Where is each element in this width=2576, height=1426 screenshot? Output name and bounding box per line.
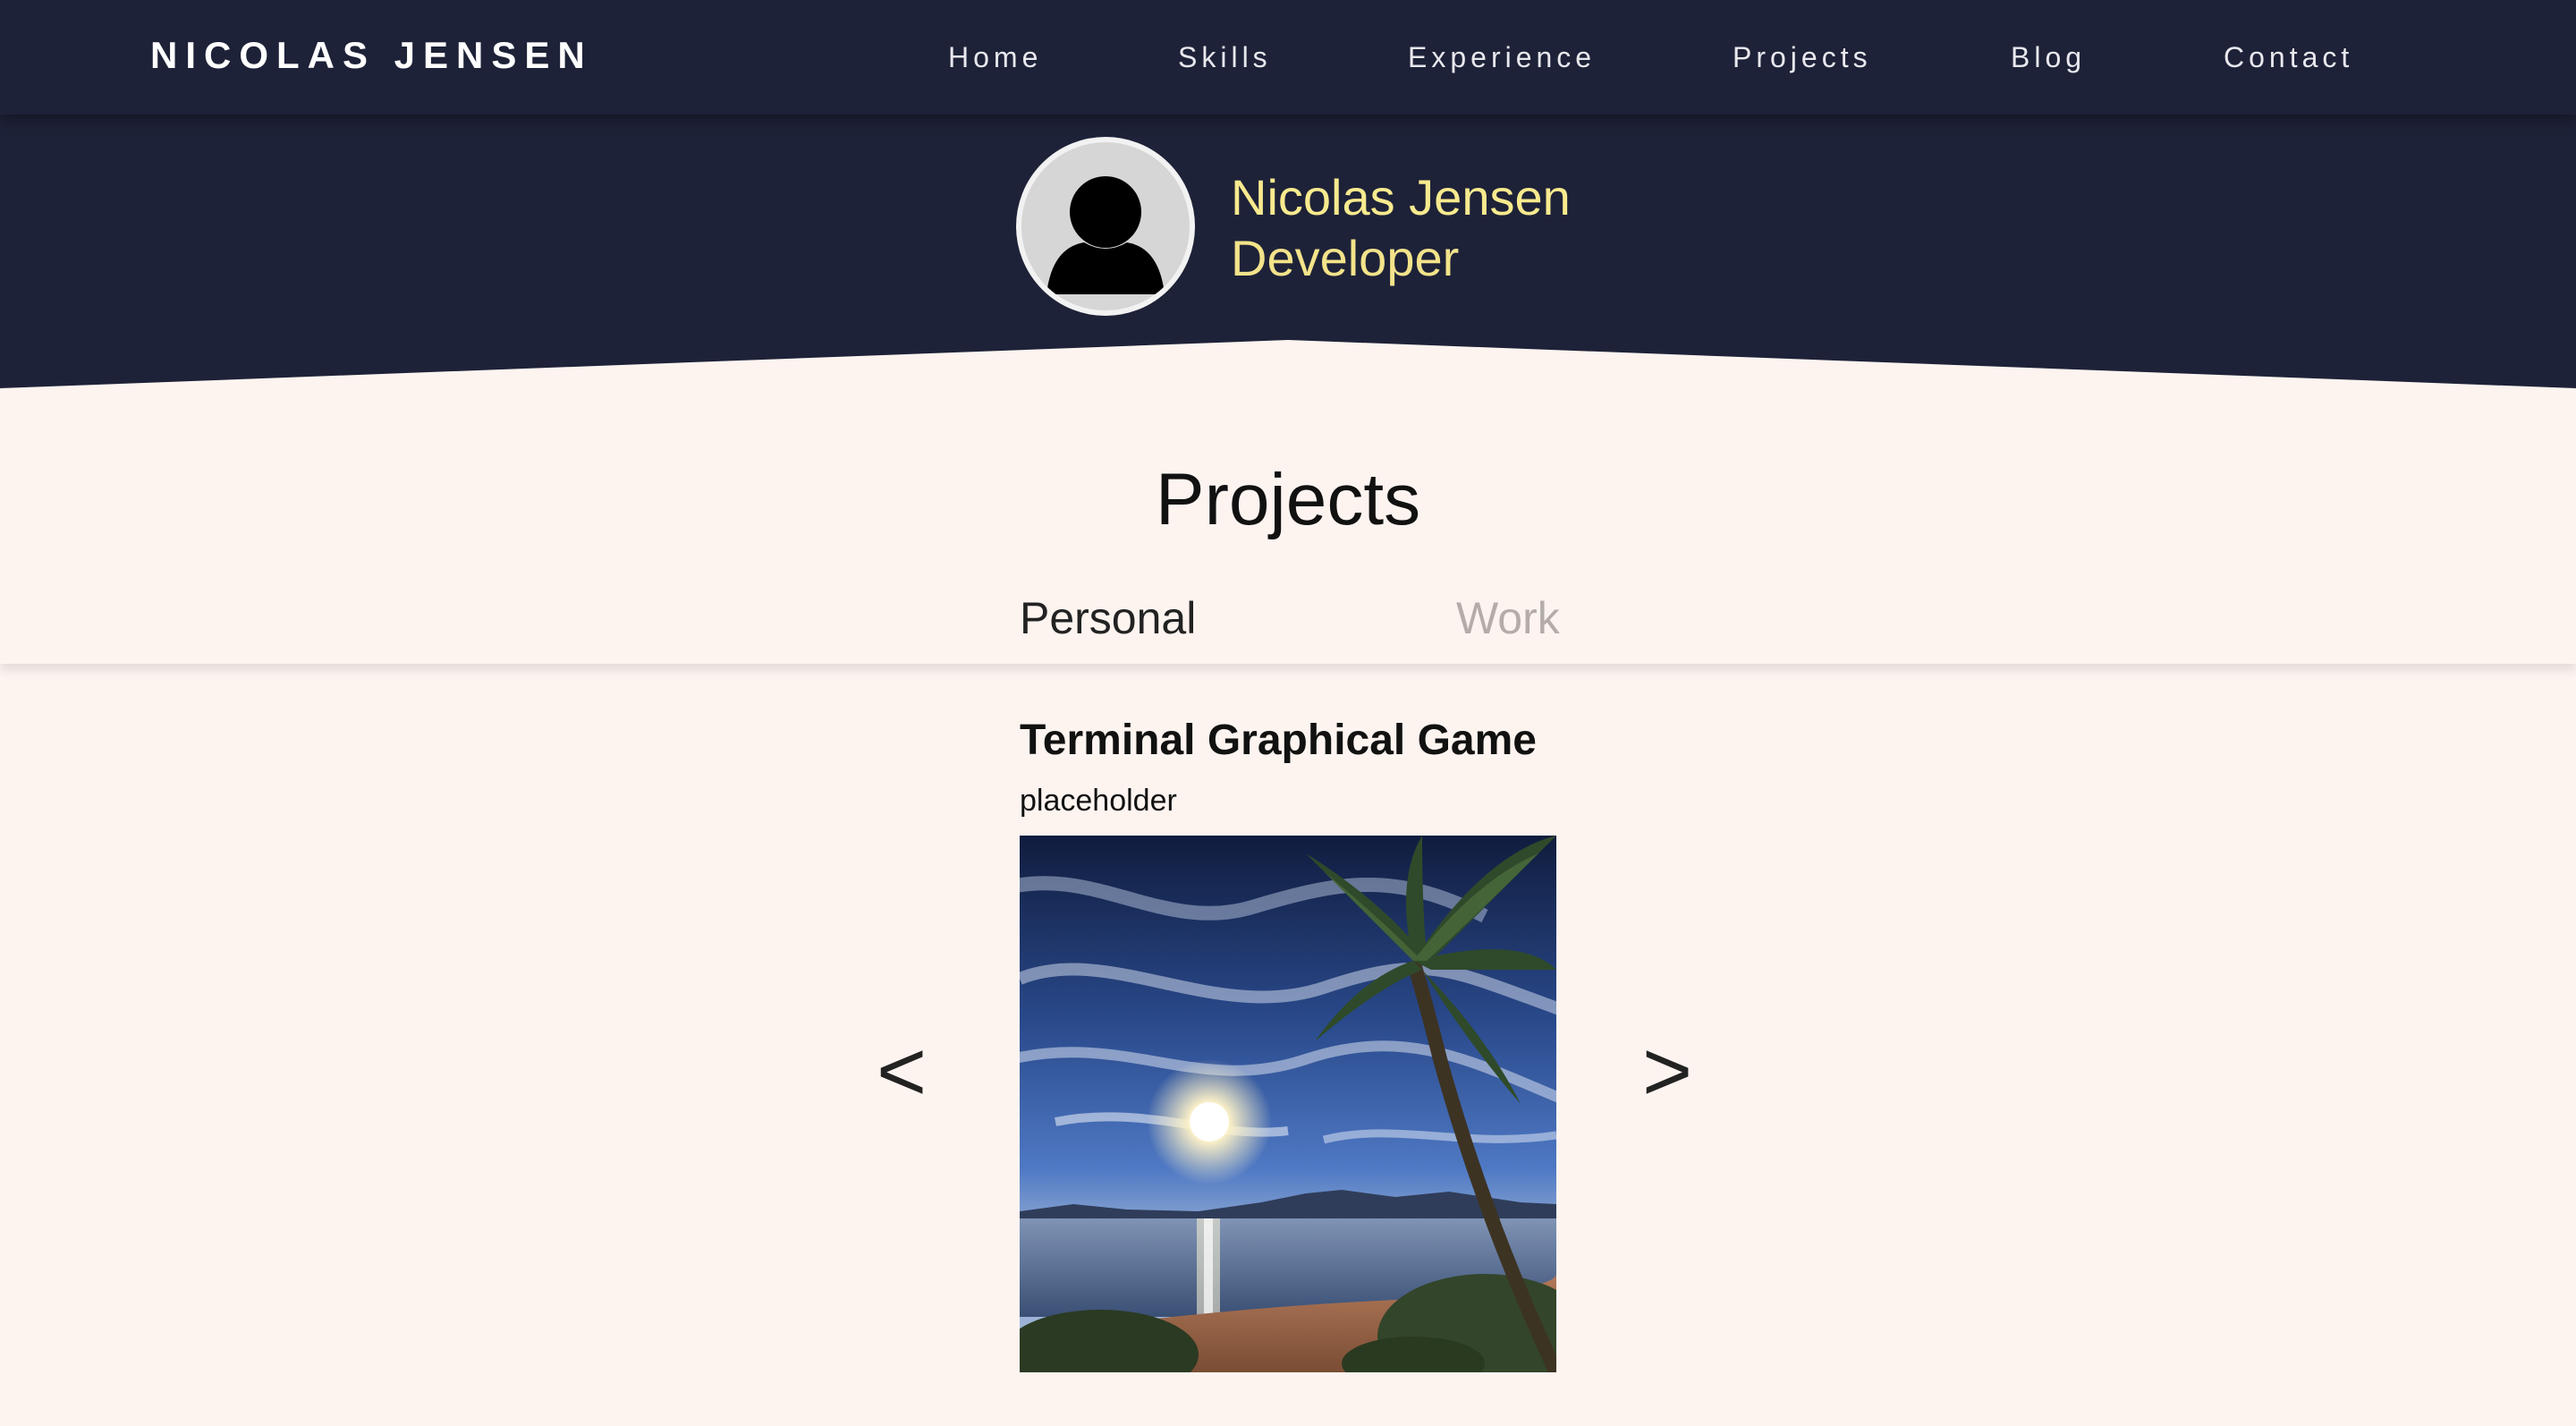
nav-link-home[interactable]: Home — [948, 41, 1042, 74]
tab-personal[interactable]: Personal — [1020, 592, 1196, 644]
profile-role: Developer — [1231, 230, 1460, 286]
carousel-next-button[interactable]: > — [1642, 1029, 1692, 1115]
brand-logo[interactable]: NICOLAS JENSEN — [150, 34, 593, 77]
project-image[interactable] — [1020, 836, 1556, 1372]
tab-work[interactable]: Work — [1456, 592, 1560, 644]
profile-name: Nicolas Jensen — [1231, 169, 1571, 225]
nav-link-skills[interactable]: Skills — [1178, 41, 1272, 74]
user-silhouette-icon — [1046, 176, 1165, 294]
project-title: Terminal Graphical Game — [1020, 717, 1537, 764]
nav-link-contact[interactable]: Contact — [2224, 41, 2353, 74]
beach-sunset-image — [1020, 836, 1556, 1372]
page: NICOLAS JENSEN Home Skills Experience Pr… — [0, 0, 2576, 1426]
nav-link-projects[interactable]: Projects — [1733, 41, 1872, 74]
project-description: placeholder — [1020, 784, 1177, 818]
nav-link-blog[interactable]: Blog — [2011, 41, 2086, 74]
project-tabs: Personal Work — [0, 564, 2576, 664]
nav-link-experience[interactable]: Experience — [1408, 41, 1596, 74]
avatar — [1016, 137, 1195, 316]
navbar: NICOLAS JENSEN Home Skills Experience Pr… — [0, 0, 2576, 115]
carousel-prev-button[interactable]: < — [877, 1029, 927, 1115]
section-title: Projects — [1155, 459, 1421, 540]
